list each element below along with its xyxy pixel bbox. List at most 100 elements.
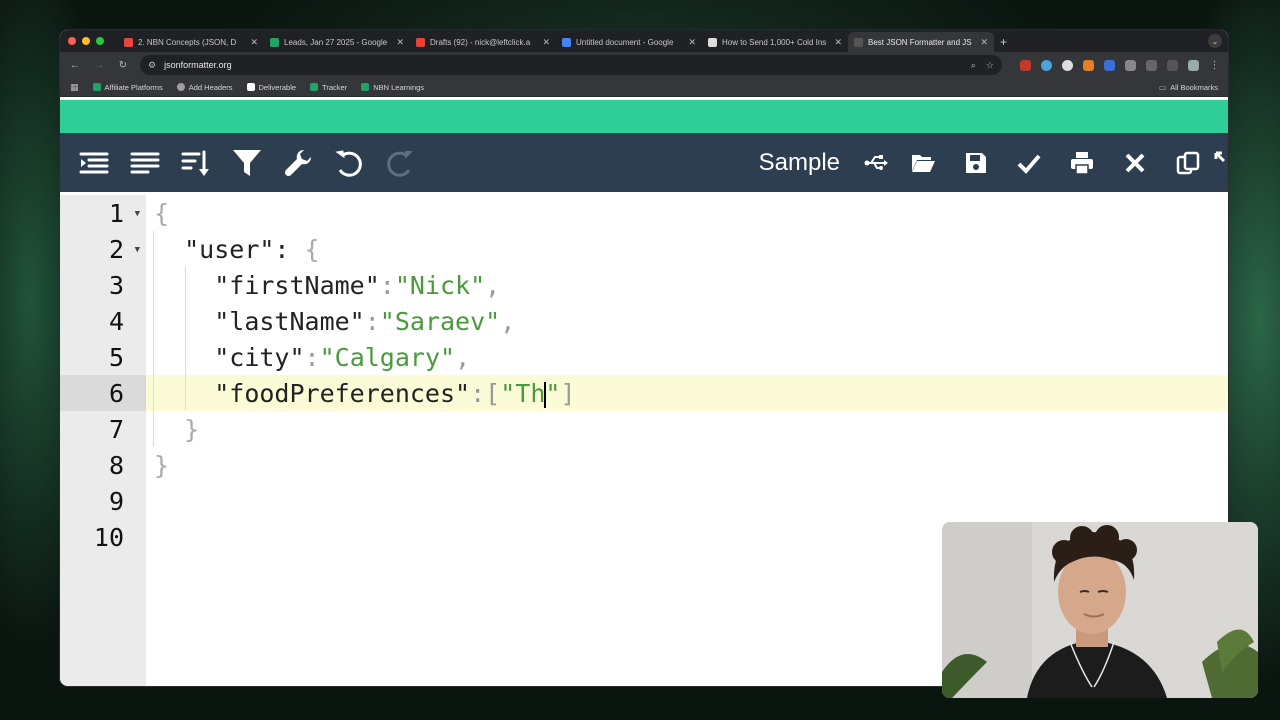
extension-icon[interactable] (1104, 59, 1115, 71)
window-controls (68, 30, 104, 52)
tab-title: How to Send 1,000+ Cold Ins (722, 37, 827, 47)
tab-title: Best JSON Formatter and JS (868, 37, 972, 47)
tab-favicon-icon (416, 37, 425, 47)
site-info-icon[interactable]: ⚙ (148, 60, 156, 71)
format-button[interactable] (68, 133, 119, 192)
puzzle-icon[interactable] (1146, 59, 1157, 71)
code-brace: } (184, 414, 200, 444)
compact-button[interactable] (119, 133, 170, 192)
bookmark-item[interactable]: Deliverable (246, 82, 297, 92)
kebab-menu-icon[interactable]: ⋮ (1209, 60, 1220, 71)
json-string-value: "Nick" (394, 270, 486, 300)
apps-grid-icon[interactable]: ▦ (70, 82, 79, 93)
validate-button[interactable] (1002, 133, 1055, 192)
tab-title: 2. NBN Concepts (JSON, D (138, 37, 237, 47)
extensions-area: ⋮ (1020, 59, 1220, 71)
new-tab-icon[interactable]: + (1000, 32, 1007, 52)
line-number: 1 ▼ (108, 198, 140, 228)
extension-icon[interactable] (1041, 59, 1052, 71)
printer-icon (1070, 151, 1093, 175)
redo-button[interactable] (374, 133, 425, 192)
forward-arrow-icon[interactable]: → (92, 60, 106, 71)
filter-button[interactable] (221, 133, 272, 192)
floppy-save-icon (965, 152, 986, 173)
open-file-button[interactable] (896, 133, 949, 192)
bookmark-label: NBN Learnings (373, 82, 425, 92)
code-line-active[interactable]: 6 "foodPreferences":["Th"] (60, 375, 1228, 411)
json-key: "city" (214, 342, 305, 372)
wrench-icon (284, 149, 311, 176)
close-tab-icon[interactable]: ✕ (542, 37, 550, 48)
globe-icon (176, 83, 185, 91)
maximize-window-button[interactable] (96, 37, 104, 45)
address-bar[interactable]: ⚙ jsonformatter.org ⌕ ☆ (140, 55, 1002, 75)
code-line[interactable]: 4 "lastName":"Saraev", (60, 303, 1228, 339)
zoom-icon[interactable]: ⌕ (971, 60, 976, 71)
fullscreen-button[interactable] (1214, 133, 1228, 192)
close-window-button[interactable] (68, 37, 76, 45)
extension-icon[interactable] (1062, 59, 1073, 71)
browser-tab[interactable]: 2. NBN Concepts (JSON, D ✕ (118, 32, 264, 52)
format-align-icon (79, 152, 108, 173)
bookmark-item[interactable]: Affiliate Platforms (92, 83, 163, 92)
tab-search-icon[interactable]: ⌄ (1208, 34, 1222, 48)
avatar[interactable] (1188, 59, 1199, 71)
json-key: "firstName" (214, 270, 380, 300)
code-line[interactable]: 7 } (60, 411, 1228, 447)
folder-open-icon (911, 154, 935, 172)
browser-tab[interactable]: Leads, Jan 27 2025 - Google ✕ (264, 32, 410, 52)
extension-icon[interactable] (1125, 59, 1136, 71)
code-line[interactable]: 1 ▼ { (60, 195, 1228, 231)
all-bookmarks[interactable]: ▭ All Bookmarks (1159, 83, 1218, 92)
sidepanel-icon[interactable] (1167, 59, 1178, 71)
json-comma: , (485, 270, 501, 300)
sample-button[interactable]: Sample (759, 149, 840, 177)
close-tab-icon[interactable]: ✕ (688, 37, 696, 48)
line-number: 10 (93, 522, 124, 552)
usb-button[interactable] (856, 133, 896, 192)
json-string-value: "Calgary" (319, 342, 456, 372)
close-tab-icon[interactable]: ✕ (834, 37, 842, 48)
browser-tab-active[interactable]: Best JSON Formatter and JS ✕ (848, 32, 994, 52)
json-colon: : (470, 378, 486, 408)
bookmark-item[interactable]: Tracker (310, 83, 347, 92)
back-arrow-icon[interactable]: ← (68, 60, 82, 71)
code-line[interactable]: 9 (60, 483, 1228, 519)
minimize-window-button[interactable] (82, 37, 90, 45)
close-tab-icon[interactable]: ✕ (980, 37, 988, 48)
close-tab-icon[interactable]: ✕ (396, 37, 404, 48)
presenter-portrait (942, 522, 1258, 698)
sort-button[interactable] (170, 133, 221, 192)
undo-button[interactable] (323, 133, 374, 192)
reload-icon[interactable]: ↻ (116, 60, 130, 71)
tab-favicon-icon (270, 37, 279, 47)
code-line[interactable]: 8 } (60, 447, 1228, 483)
browser-tab[interactable]: Drafts (92) - nick@leftclick.a ✕ (410, 32, 556, 52)
code-line[interactable]: 5 "city":"Calgary", (60, 339, 1228, 375)
code-brace: { (304, 234, 320, 264)
copy-button[interactable] (1161, 133, 1214, 192)
clear-button[interactable] (1108, 133, 1161, 192)
bookmark-label: Deliverable (258, 82, 297, 92)
print-button[interactable] (1055, 133, 1108, 192)
extension-icon[interactable] (1020, 59, 1031, 71)
bookmark-label: Tracker (322, 82, 348, 92)
close-tab-icon[interactable]: ✕ (250, 37, 258, 48)
json-colon: : (379, 270, 395, 300)
tab-title: Untitled document - Google (576, 37, 674, 47)
bookmark-item[interactable]: Add Headers (176, 82, 233, 92)
fold-arrow-icon[interactable]: ▼ (135, 209, 140, 219)
fold-arrow-icon[interactable]: ▼ (135, 245, 140, 255)
json-key: "foodPreferences" (214, 378, 471, 408)
bookmark-star-icon[interactable]: ☆ (986, 60, 994, 71)
bookmark-item[interactable]: NBN Learnings (361, 83, 424, 92)
code-line[interactable]: 3 "firstName":"Nick", (60, 267, 1228, 303)
browser-tab[interactable]: Untitled document - Google ✕ (556, 32, 702, 52)
extension-icon[interactable] (1083, 59, 1094, 71)
browser-tab[interactable]: How to Send 1,000+ Cold Ins ✕ (702, 32, 848, 52)
bookmark-label: Add Headers (188, 82, 233, 92)
repair-button[interactable] (272, 133, 323, 192)
save-button[interactable] (949, 133, 1002, 192)
bookmarks-bar: ▦ Affiliate Platforms Add Headers Delive… (60, 78, 1228, 97)
code-line[interactable]: 2 ▼ "user": { (60, 231, 1228, 267)
